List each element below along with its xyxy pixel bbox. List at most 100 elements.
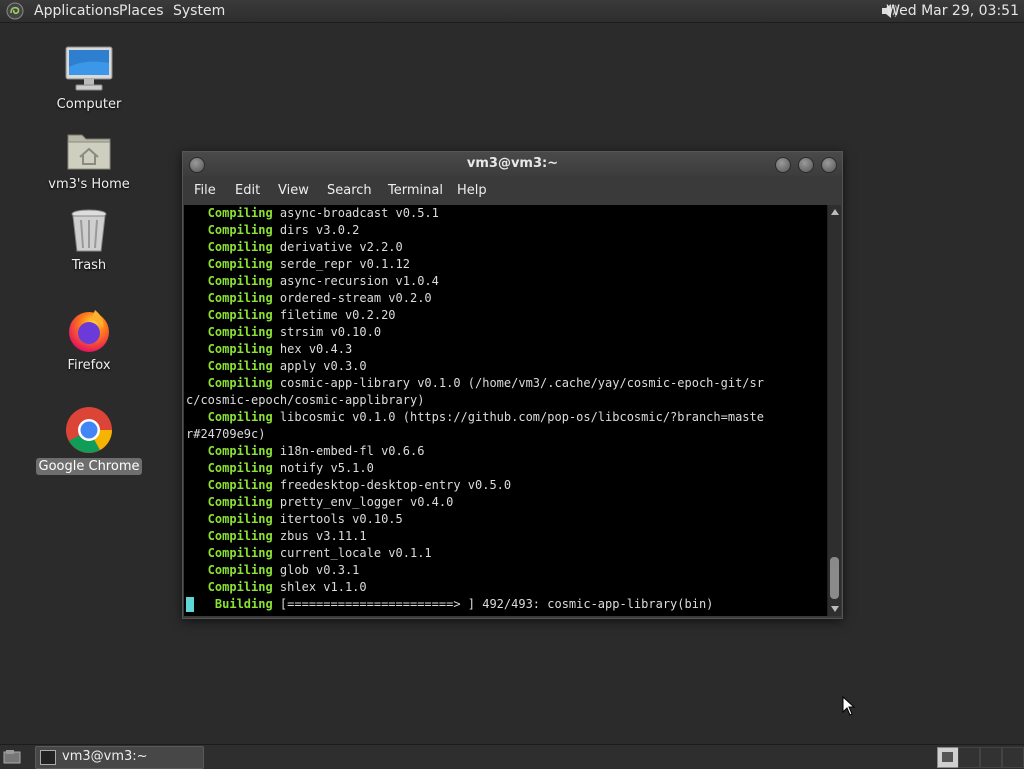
terminal-keyword: Compiling [186,529,273,543]
terminal-line: c/cosmic-epoch/cosmic-applibrary) [186,392,424,409]
terminal-text: freedesktop-desktop-entry v0.5.0 [272,478,512,492]
terminal-line: Compiling i18n-embed-fl v0.6.6 [186,443,425,460]
close-button[interactable] [821,157,837,173]
title-bar[interactable]: vm3@vm3:~ [183,152,842,176]
terminal-icon [40,750,56,765]
terminal-line: Compiling async-recursion v1.0.4 [186,273,439,290]
terminal-text: derivative v2.2.0 [272,240,403,254]
desktop-icon-trash[interactable]: Trash [34,208,144,274]
terminal-line: Compiling derivative v2.2.0 [186,239,403,256]
terminal-keyword: Compiling [186,223,273,237]
terminal-keyword: Compiling [186,257,273,271]
terminal-text: notify v5.1.0 [272,461,374,475]
terminal-text: pretty_env_logger v0.4.0 [272,495,454,509]
terminal-scrollbar[interactable] [827,205,841,616]
terminal-line: Compiling pretty_env_logger v0.4.0 [186,494,454,511]
desktop-icon-computer[interactable]: Computer [34,45,144,113]
menu-view[interactable]: View [278,183,309,198]
terminal-keyword: Compiling [186,206,273,220]
terminal-keyword: Compiling [186,240,273,254]
menu-file[interactable]: File [194,183,216,198]
terminal-text: [=======================> ] 492/493: cos… [272,597,714,611]
desktop-icon-label: vm3's Home [48,177,130,192]
system-menu[interactable]: System [173,2,225,20]
terminal-line: Compiling cosmic-app-library v0.1.0 (/ho… [186,375,764,392]
clock[interactable]: Wed Mar 29, 03:51 [886,2,1019,20]
terminal-text: async-recursion v1.0.4 [272,274,439,288]
terminal-line: r#24709e9c) [186,426,265,443]
terminal-line: Compiling shlex v1.1.0 [186,579,367,596]
menu-edit[interactable]: Edit [235,183,260,198]
maximize-button[interactable] [798,157,814,173]
desktop-icon-label: Trash [71,258,107,273]
terminal-text: dirs v3.0.2 [272,223,360,237]
terminal-keyword: Compiling [186,495,273,509]
terminal-text: strsim v0.10.0 [272,325,382,339]
terminal-keyword: Compiling [186,291,273,305]
menu-help[interactable]: Help [457,183,487,198]
desktop-icon-chrome[interactable]: Google Chrome [34,405,144,475]
applications-menu[interactable]: Applications [34,2,120,20]
desktop-icon-label: Computer [56,97,122,112]
terminal-keyword: Compiling [186,546,273,560]
distro-logo-icon[interactable] [6,2,24,20]
menu-terminal[interactable]: Terminal [388,183,443,198]
terminal-window[interactable]: vm3@vm3:~ File Edit View Search Terminal… [182,151,843,619]
terminal-text: glob v0.3.1 [272,563,360,577]
places-menu[interactable]: Places [119,2,164,20]
terminal-text: zbus v3.11.1 [272,529,367,543]
terminal-keyword: Compiling [186,308,273,322]
terminal-text: current_locale v0.1.1 [272,546,432,560]
mouse-pointer-icon [842,696,856,716]
terminal-line: Compiling filetime v0.2.20 [186,307,396,324]
terminal-text: hex v0.4.3 [272,342,353,356]
terminal-text: apply v0.3.0 [272,359,367,373]
terminal-line: Compiling freedesktop-desktop-entry v0.5… [186,477,511,494]
terminal-text: cosmic-app-library v0.1.0 (/home/vm3/.ca… [272,376,764,390]
terminal-line: Compiling current_locale v0.1.1 [186,545,432,562]
terminal-keyword: Compiling [186,461,273,475]
scroll-up-arrow-icon[interactable] [831,209,839,215]
terminal-keyword: Compiling [186,325,273,339]
desktop-icon-home[interactable]: vm3's Home [34,127,144,193]
desktop-icon-firefox[interactable]: Firefox [34,306,144,374]
workspace-2[interactable] [958,747,980,768]
terminal-line: Compiling glob v0.3.1 [186,562,360,579]
terminal-line: Compiling dirs v3.0.2 [186,222,360,239]
terminal-text: c/cosmic-epoch/cosmic-applibrary) [186,393,425,407]
scrollbar-thumb[interactable] [830,557,839,599]
terminal-text: filetime v0.2.20 [272,308,396,322]
terminal-line: Compiling libcosmic v0.1.0 (https://gith… [186,409,764,426]
top-panel: Applications Places System Wed Mar 29, 0… [0,0,1024,23]
terminal-text: i18n-embed-fl v0.6.6 [272,444,425,458]
minimize-button[interactable] [775,157,791,173]
terminal-line: Compiling serde_repr v0.1.12 [186,256,410,273]
terminal-keyword: Compiling [186,410,273,424]
terminal-line: Compiling strsim v0.10.0 [186,324,381,341]
menu-search[interactable]: Search [327,183,372,198]
menu-bar: File Edit View Search Terminal Help [183,176,842,204]
workspace-1[interactable] [937,747,959,768]
terminal-text: async-broadcast v0.5.1 [272,206,439,220]
workspace-4[interactable] [1002,747,1024,768]
firefox-icon [69,310,109,352]
terminal-line: Compiling ordered-stream v0.2.0 [186,290,432,307]
terminal-line: Compiling notify v5.1.0 [186,460,374,477]
desktop-icon-label: Google Chrome [35,458,143,475]
terminal-keyword: Compiling [186,359,273,373]
show-desktop-icon[interactable] [3,749,21,765]
chrome-icon [66,407,112,453]
terminal-keyword: Compiling [186,444,273,458]
terminal-keyword: Compiling [186,563,273,577]
terminal-keyword: Compiling [186,342,273,356]
terminal-text: serde_repr v0.1.12 [272,257,410,271]
scroll-down-arrow-icon[interactable] [831,606,839,612]
workspace-3[interactable] [980,747,1002,768]
terminal-output[interactable]: Compiling async-broadcast v0.5.1 Compili… [184,205,827,616]
terminal-line: Compiling async-broadcast v0.5.1 [186,205,439,222]
terminal-text: libcosmic v0.1.0 (https://github.com/pop… [272,410,764,424]
terminal-keyword: Compiling [186,512,273,526]
taskbar-terminal-button[interactable]: vm3@vm3:~ [35,746,204,769]
terminal-line: Compiling hex v0.4.3 [186,341,353,358]
terminal-line: Compiling zbus v3.11.1 [186,528,367,545]
